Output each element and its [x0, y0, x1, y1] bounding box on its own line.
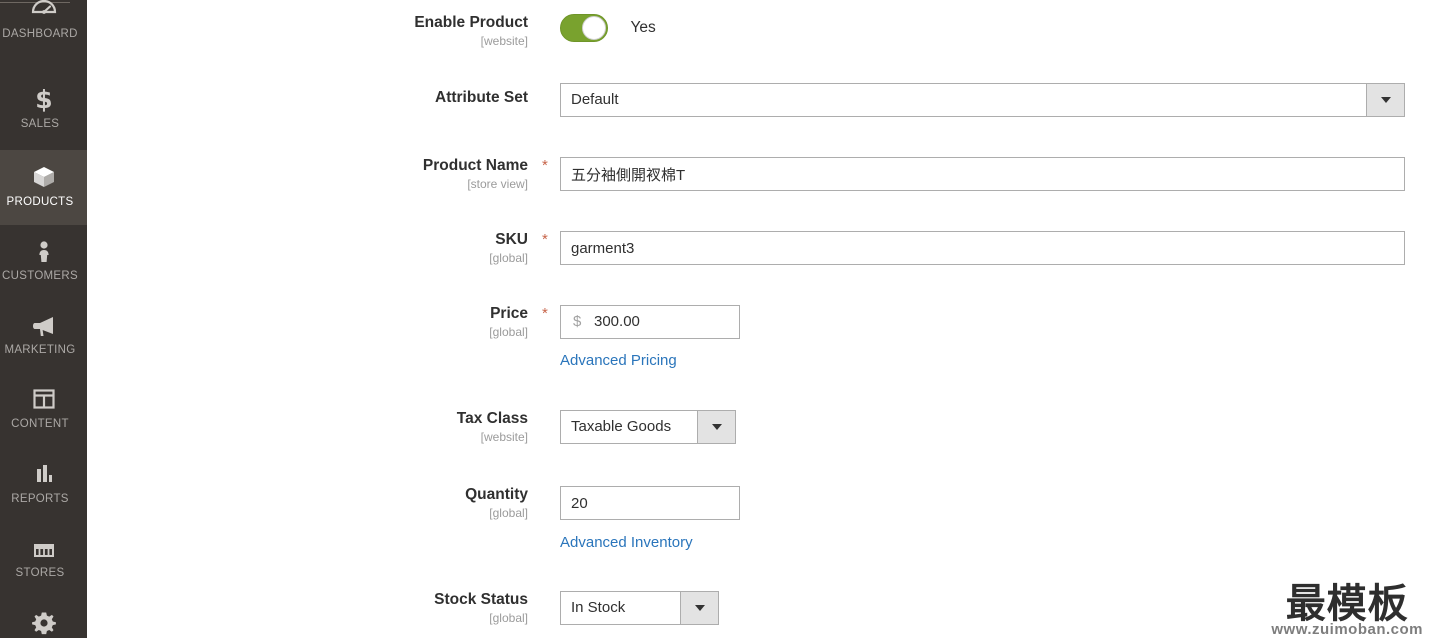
sidebar-item-stores[interactable]: STORES — [0, 521, 87, 596]
stock-status-label: Stock Status — [434, 591, 528, 608]
sidebar-item-label: CUSTOMERS — [2, 270, 78, 282]
attribute-set-value: Default — [560, 83, 1405, 117]
enable-product-value: Yes — [630, 19, 656, 36]
svg-text:$: $ — [35, 85, 52, 114]
megaphone-icon — [0, 308, 87, 342]
sku-label: SKU — [495, 231, 528, 248]
field-label-group: Quantity [global] — [87, 486, 528, 521]
field-enable-product: Enable Product [website] Yes — [87, 14, 1429, 48]
attribute-set-label: Attribute Set — [435, 89, 528, 106]
field-label-group: SKU * [global] — [87, 231, 548, 266]
quantity-scope: [global] — [489, 506, 528, 520]
tax-class-label: Tax Class — [456, 410, 528, 427]
sidebar-item-customers[interactable]: CUSTOMERS — [0, 224, 87, 299]
enable-product-scope: [website] — [480, 34, 528, 48]
tax-class-dropdown-button[interactable] — [697, 410, 736, 444]
field-label-group: Product Name * [store view] — [87, 157, 548, 192]
sku-required-asterisk: * — [542, 231, 548, 248]
chevron-down-icon — [711, 424, 722, 430]
field-label-group: Enable Product [website] — [87, 14, 528, 49]
field-control-group: Default — [560, 83, 1405, 117]
attribute-set-select[interactable]: Default — [560, 83, 1405, 117]
price-scope: [global] — [489, 325, 528, 339]
sidebar-item-label: DASHBOARD — [2, 28, 78, 40]
box-package-icon — [0, 160, 87, 194]
sidebar-item-sales[interactable]: $ SALES — [0, 72, 87, 147]
product-name-scope: [store view] — [467, 177, 528, 191]
watermark-url: www.zuimoban.com — [1271, 621, 1423, 638]
stock-status-dropdown-button[interactable] — [680, 591, 719, 625]
product-name-label: Product Name — [422, 157, 528, 174]
sidebar-item-products[interactable]: PRODUCTS — [0, 150, 87, 225]
sidebar-item-label: MARKETING — [4, 344, 76, 356]
field-label-group: Price * [global] — [87, 305, 548, 340]
advanced-pricing-link[interactable]: Advanced Pricing — [560, 352, 677, 370]
field-control-group: Taxable Goods — [560, 410, 736, 444]
gear-icon — [0, 606, 87, 638]
chevron-down-icon — [1380, 97, 1391, 103]
stock-status-scope: [global] — [489, 611, 528, 625]
dashboard-gauge-icon — [0, 0, 87, 26]
sidebar-item-reports[interactable]: REPORTS — [0, 447, 87, 522]
field-label-group: Attribute Set — [87, 89, 528, 107]
field-control-group: $ 300.00 Advanced Pricing — [560, 305, 740, 370]
person-icon — [0, 234, 87, 268]
sidebar-item-marketing[interactable]: MARKETING — [0, 298, 87, 373]
tax-class-select[interactable]: Taxable Goods — [560, 410, 736, 444]
site-watermark: 最模板 www.zuimoban.com — [1271, 583, 1423, 638]
field-label-group: Stock Status [global] — [87, 591, 528, 626]
currency-symbol: $ — [573, 313, 582, 330]
sidebar-item-label: PRODUCTS — [6, 196, 74, 208]
field-control-group — [560, 157, 1405, 191]
watermark-title: 最模板 — [1285, 580, 1409, 627]
advanced-inventory-link[interactable]: Advanced Inventory — [560, 534, 693, 552]
tax-class-scope: [website] — [480, 430, 528, 444]
sku-input[interactable] — [560, 231, 1405, 265]
sidebar-item-dashboard[interactable]: DASHBOARD — [0, 0, 87, 57]
sidebar-item-label: STORES — [15, 567, 65, 579]
price-required-asterisk: * — [542, 305, 548, 322]
field-control-group — [560, 231, 1405, 265]
sidebar-item-content[interactable]: CONTENT — [0, 372, 87, 447]
admin-sidebar: DASHBOARD $ SALES PRODUCTS CUSTOMERS MAR… — [0, 0, 87, 638]
stock-status-select[interactable]: In Stock — [560, 591, 719, 625]
sidebar-item-label: SALES — [20, 118, 60, 130]
field-control-group: In Stock — [560, 591, 719, 625]
chevron-down-icon — [694, 605, 705, 611]
attribute-set-dropdown-button[interactable] — [1366, 83, 1405, 117]
field-control-group: Advanced Inventory — [560, 486, 740, 552]
bar-chart-icon — [0, 457, 87, 491]
product-name-input[interactable] — [560, 157, 1405, 191]
sidebar-item-label: REPORTS — [11, 493, 69, 505]
sidebar-item-system[interactable]: SYSTEM — [0, 596, 87, 638]
field-control-group: Yes — [560, 14, 1429, 42]
price-value: 300.00 — [594, 313, 640, 330]
storefront-icon — [0, 531, 87, 565]
quantity-input[interactable] — [560, 486, 740, 520]
sidebar-item-label: CONTENT — [11, 418, 69, 430]
quantity-label: Quantity — [465, 486, 528, 503]
product-edit-form: Enable Product [website] Yes Attribute S… — [87, 0, 1429, 638]
price-label: Price — [490, 305, 528, 322]
dollar-sign-icon: $ — [0, 82, 87, 116]
toggle-knob — [582, 16, 606, 40]
sku-scope: [global] — [489, 251, 528, 265]
field-label-group: Tax Class [website] — [87, 410, 528, 445]
layout-page-icon — [0, 382, 87, 416]
price-input[interactable]: $ 300.00 — [560, 305, 740, 339]
product-name-required-asterisk: * — [542, 157, 548, 174]
enable-product-toggle[interactable] — [560, 14, 608, 42]
enable-product-label: Enable Product — [414, 14, 528, 31]
